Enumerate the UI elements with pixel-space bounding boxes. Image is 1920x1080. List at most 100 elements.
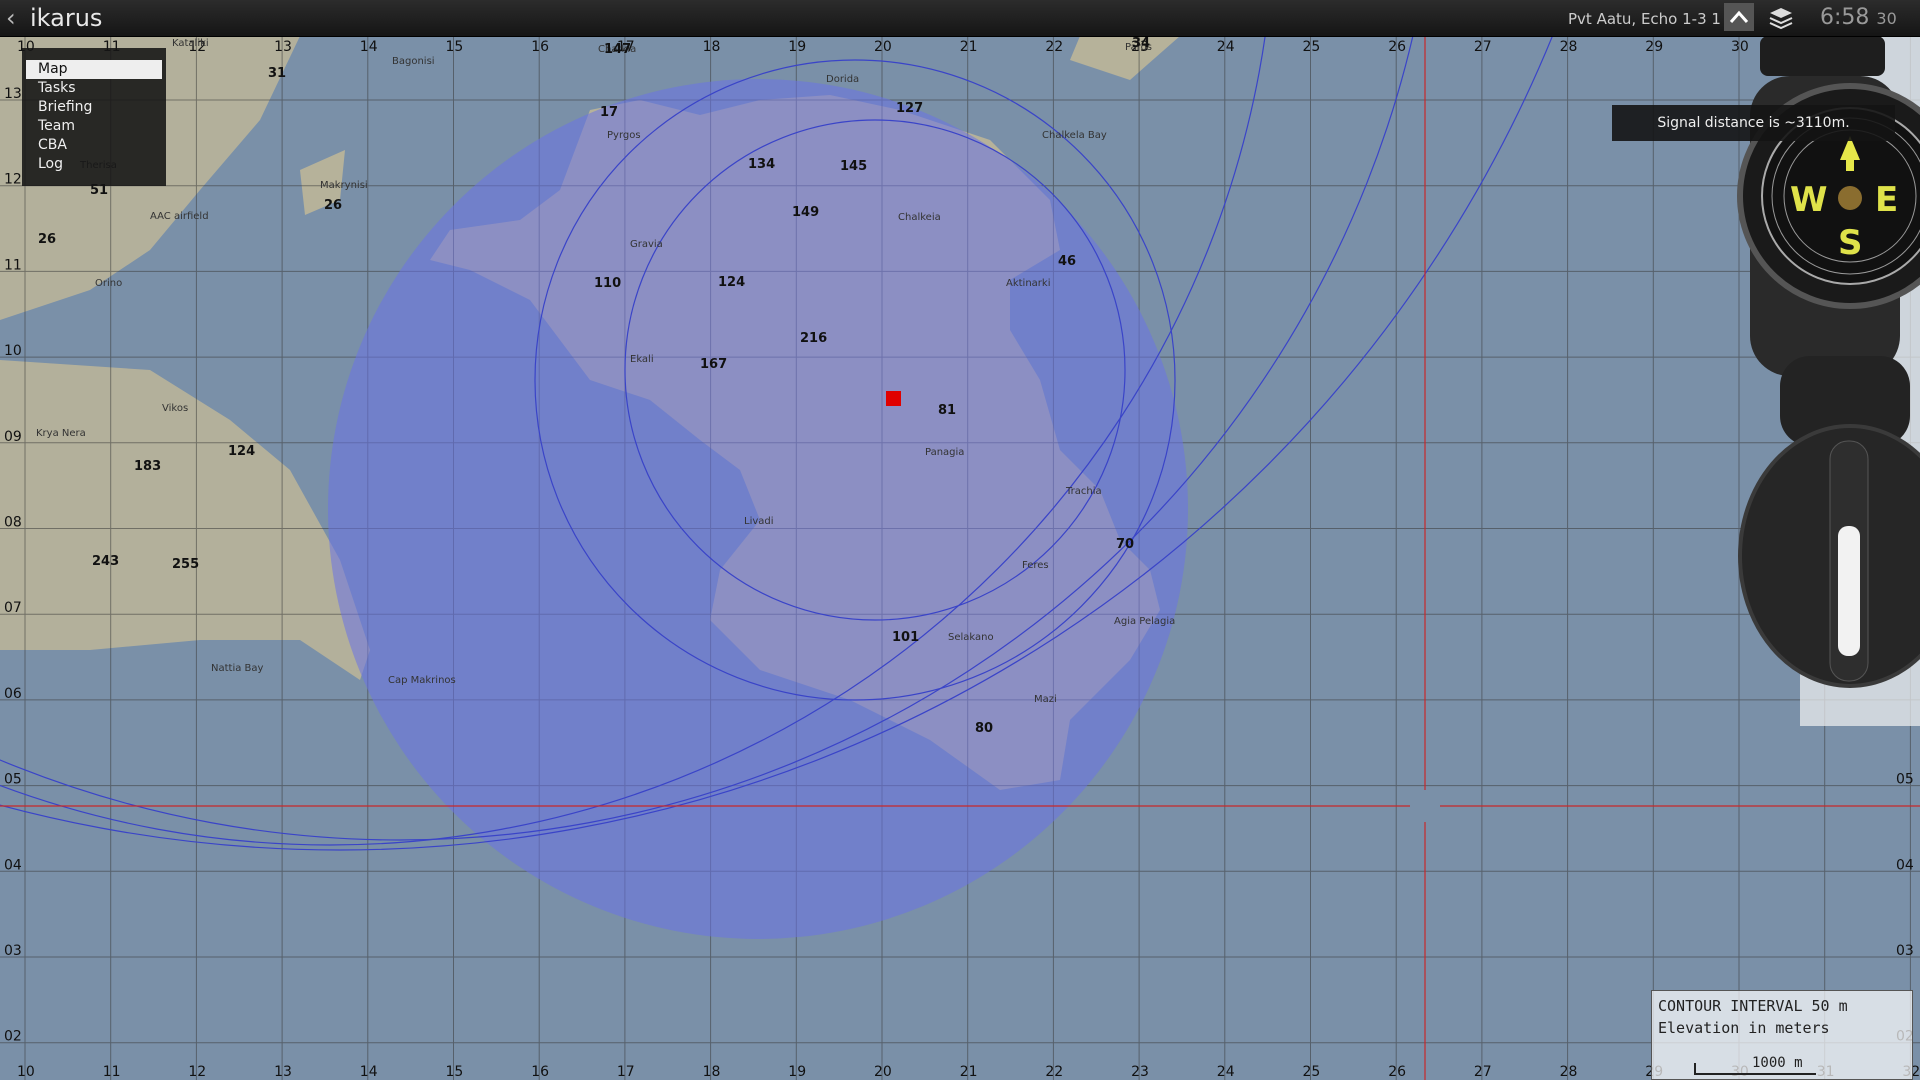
grid-label-bottom: 15 <box>446 1064 464 1080</box>
place-label: Agia Pelagia <box>1114 616 1175 627</box>
compass-s: S <box>1838 223 1863 263</box>
grid-label-right: 05 <box>1896 772 1914 788</box>
compass-e: E <box>1875 180 1898 220</box>
place-label: Chalkeia <box>898 212 941 223</box>
place-label: Gravia <box>630 239 663 250</box>
grid-label-top: 15 <box>446 39 464 55</box>
grid-label-top: 16 <box>531 39 549 55</box>
height-label: 124 <box>718 275 745 290</box>
place-label: Feres <box>1022 560 1049 571</box>
place-label: Dorida <box>826 74 859 85</box>
menu-item-log[interactable]: Log <box>26 155 162 174</box>
grid-label-bottom: 14 <box>360 1064 378 1080</box>
height-label: 81 <box>938 403 956 418</box>
grid-label-bottom: 21 <box>960 1064 978 1080</box>
grid-label-top: 18 <box>703 39 721 55</box>
grid-label-bottom: 20 <box>874 1064 892 1080</box>
grid-label-bottom: 26 <box>1388 1064 1406 1080</box>
layers-icon <box>1769 8 1793 30</box>
grid-label-bottom: 17 <box>617 1064 635 1080</box>
height-label: 145 <box>840 159 867 174</box>
grid-label-left: 02 <box>4 1029 22 1045</box>
grid-label-left: 13 <box>4 86 22 102</box>
height-label: 17 <box>600 105 618 120</box>
place-label: Vikos <box>162 403 188 414</box>
place-label: Bagonisi <box>392 56 435 67</box>
grid-label-top: 13 <box>274 39 292 55</box>
place-label: Krya Nera <box>36 428 86 439</box>
height-label: 149 <box>792 205 819 220</box>
compass-hinge <box>1760 36 1885 76</box>
height-label: 34 <box>1132 36 1150 51</box>
height-label: 183 <box>134 459 161 474</box>
grid-label-top: 26 <box>1388 39 1406 55</box>
height-label: 216 <box>800 331 827 346</box>
grid-label-bottom: 19 <box>788 1064 806 1080</box>
elevation-note: Elevation in meters <box>1658 1019 1830 1037</box>
grid-label-bottom: 22 <box>1045 1064 1063 1080</box>
top-bar: ‹ ikarus Pvt Aatu, Echo 1-3 1 6:58 30 <box>0 0 1920 37</box>
place-label: Pyrgos <box>607 130 641 141</box>
grid-label-bottom: 24 <box>1217 1064 1235 1080</box>
grid-label-left: 09 <box>4 429 22 445</box>
grid-label-top: 14 <box>360 39 378 55</box>
grid-label-bottom: 27 <box>1474 1064 1492 1080</box>
height-label: 243 <box>92 554 119 569</box>
menu-item-tasks[interactable]: Tasks <box>26 79 162 98</box>
scale-label: 1000 m <box>1752 1055 1803 1071</box>
height-label: 101 <box>892 630 919 645</box>
place-label: Cap Makrinos <box>388 675 456 686</box>
clock: 6:58 30 <box>1820 5 1897 30</box>
place-label: Selakano <box>948 632 994 643</box>
menu-item-team[interactable]: Team <box>26 117 162 136</box>
grid-label-left: 10 <box>4 343 22 359</box>
grid-label-top: 28 <box>1560 39 1578 55</box>
grid-label-bottom: 13 <box>274 1064 292 1080</box>
height-label: 46 <box>1058 254 1076 269</box>
chevron-up-icon <box>1729 10 1749 23</box>
map-title: ikarus <box>30 4 103 32</box>
collapse-button[interactable] <box>1724 3 1754 31</box>
height-label: 80 <box>975 721 993 736</box>
layers-button[interactable] <box>1764 4 1798 32</box>
back-icon[interactable]: ‹ <box>6 4 16 32</box>
map-legend: CONTOUR INTERVAL 50 m Elevation in meter… <box>1651 990 1913 1080</box>
grid-label-top: 22 <box>1045 39 1063 55</box>
grid-label-bottom: 11 <box>103 1064 121 1080</box>
grid-label-left: 06 <box>4 686 22 702</box>
signal-distance-tooltip: Signal distance is ~3110m. <box>1612 105 1895 141</box>
place-label: Makrynisi <box>320 180 368 191</box>
grid-label-top: 29 <box>1645 39 1663 55</box>
grid-label-left: 08 <box>4 515 22 531</box>
contour-interval: CONTOUR INTERVAL 50 m <box>1658 997 1848 1015</box>
player-info: Pvt Aatu, Echo 1-3 1 <box>1568 10 1721 28</box>
place-label: Orino <box>95 278 122 289</box>
height-label: 31 <box>268 66 286 81</box>
grid-label-left: 05 <box>4 772 22 788</box>
place-label: Trachia <box>1065 486 1102 497</box>
map-canvas[interactable]: 10 11 12 13 14 15 16 17 18 19 20 21 22 23 24 25 26 27 28 29… <box>0 36 1920 1080</box>
menu-item-map[interactable]: Map <box>26 60 162 79</box>
grid-label-right: 04 <box>1896 857 1914 873</box>
grid-label-top: 27 <box>1474 39 1492 55</box>
compass-slot <box>1838 526 1860 656</box>
clock-seconds: 30 <box>1876 9 1897 28</box>
place-label: Livadi <box>744 516 774 527</box>
height-label: 70 <box>1116 537 1134 552</box>
grid-label-bottom: 18 <box>703 1064 721 1080</box>
grid-label-left: 07 <box>4 600 22 616</box>
compass-w: W <box>1790 180 1828 220</box>
height-label: 26 <box>324 198 342 213</box>
grid-label-top: 20 <box>874 39 892 55</box>
menu-item-briefing[interactable]: Briefing <box>26 98 162 117</box>
place-label: Aktinarki <box>1006 278 1050 289</box>
place-label: Ekali <box>630 354 654 365</box>
height-label: 147 <box>604 42 631 57</box>
grid-label-bottom: 10 <box>17 1064 35 1080</box>
grid-label-top: 25 <box>1303 39 1321 55</box>
height-label: 255 <box>172 557 199 572</box>
menu-item-cba[interactable]: CBA <box>26 136 162 155</box>
player-marker[interactable] <box>886 391 901 406</box>
grid-label-left: 04 <box>4 857 22 873</box>
place-label: Chalkela Bay <box>1042 130 1107 141</box>
